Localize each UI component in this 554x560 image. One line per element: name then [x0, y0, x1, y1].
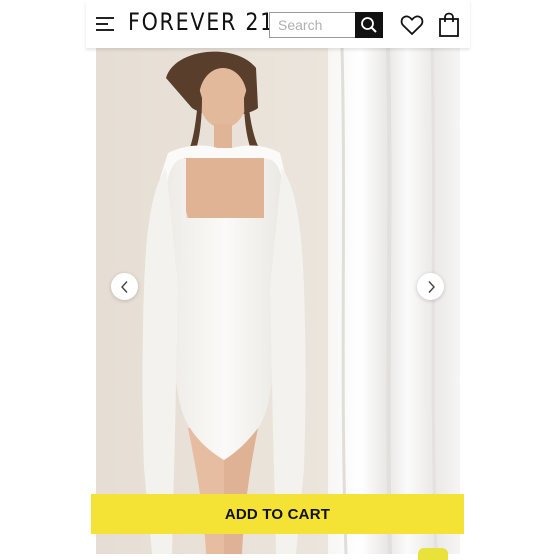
- carousel-next-button[interactable]: [417, 273, 444, 300]
- product-image[interactable]: [96, 48, 460, 554]
- chevron-left-icon: [120, 280, 128, 293]
- chevron-right-icon: [427, 280, 435, 293]
- carousel-prev-button[interactable]: [111, 273, 138, 300]
- search-icon: [361, 17, 377, 33]
- add-to-cart-button[interactable]: ADD TO CART: [91, 494, 464, 534]
- search-input[interactable]: [269, 12, 355, 38]
- top-header: FOREVER 21: [86, 0, 470, 48]
- search-button[interactable]: [355, 12, 383, 38]
- product-photo: [96, 48, 460, 554]
- brand-logo[interactable]: FOREVER 21: [128, 8, 275, 36]
- shopping-bag-icon[interactable]: [438, 12, 460, 38]
- bottom-badge[interactable]: [418, 548, 448, 560]
- menu-icon[interactable]: [96, 16, 114, 32]
- heart-icon[interactable]: [400, 14, 424, 36]
